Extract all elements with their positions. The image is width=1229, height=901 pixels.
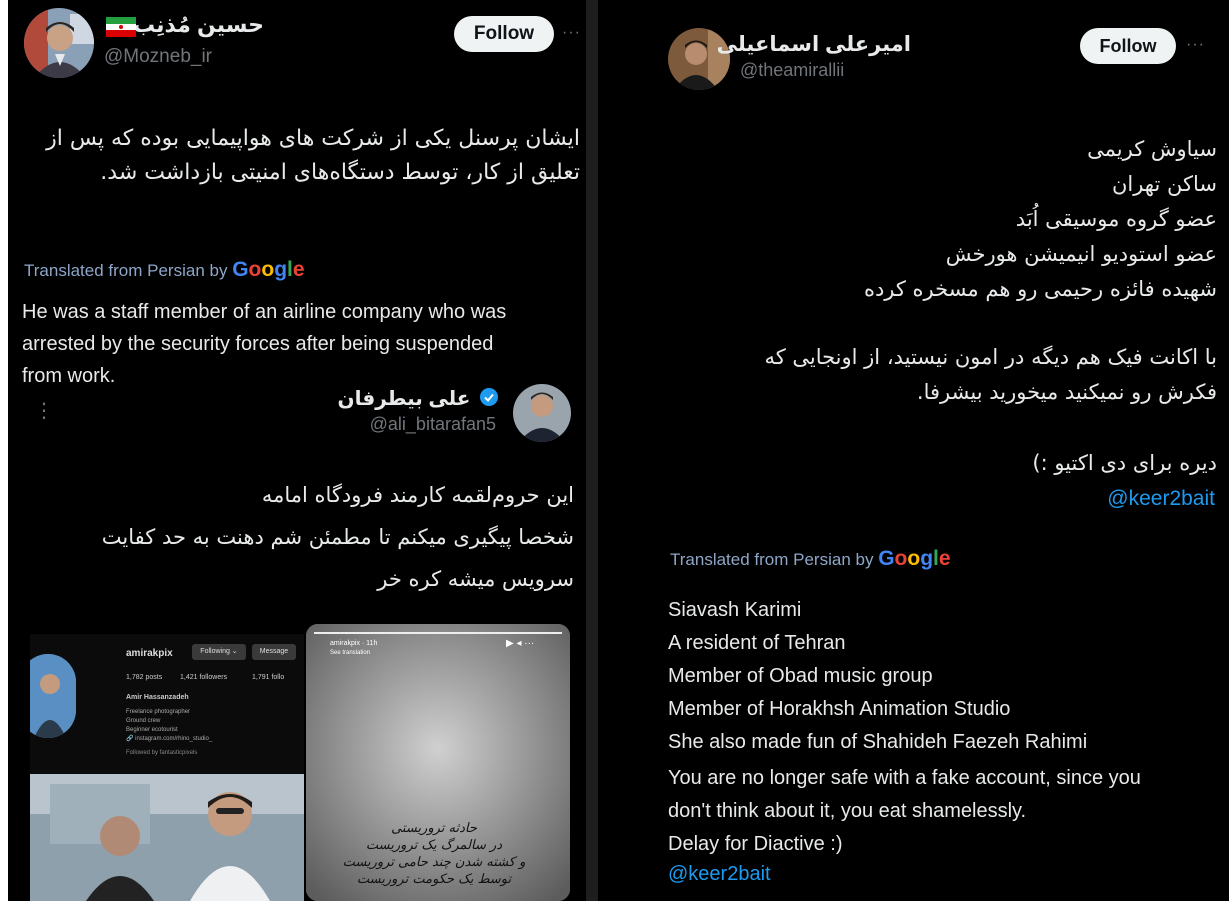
profile-followers: 1,421 followers xyxy=(180,674,228,681)
tweet-text-line: ایشان پرسنل یکی از شرکت های هواپیمایی بو… xyxy=(46,126,580,151)
translation-line: Siavash Karimi xyxy=(668,599,802,621)
selfie-photo xyxy=(30,774,304,901)
profile-following: 1,791 follo xyxy=(252,674,285,681)
tweet-text-line: دیره برای دی اکتیو :) xyxy=(1032,451,1217,475)
translated-from-persian-link[interactable]: Translated from Persian by Google xyxy=(670,547,951,571)
quoted-text-line: سرویس میشه کره خر xyxy=(377,567,574,591)
profile-posts: 1,782 posts xyxy=(126,674,163,681)
left-tweet-panel: حسین مُذنِب @Mozneb_ir Follow ··· ایشان … xyxy=(8,0,586,901)
author-avatar[interactable] xyxy=(24,8,94,78)
tweet-text-line: شهیده فائزه رحیمی رو هم مسخره کرده xyxy=(863,277,1217,301)
verified-badge-icon xyxy=(480,387,498,412)
story-caption: حادثه تروریستی در سالمرگ یک تروریست و کش… xyxy=(324,820,544,888)
more-options-icon[interactable]: ··· xyxy=(562,24,581,42)
translation-mention-link[interactable]: @keer2bait xyxy=(668,858,771,891)
mention-link[interactable]: @keer2bait xyxy=(1107,481,1215,516)
translation-text: He was a staff member of an airline comp… xyxy=(22,296,582,392)
iran-flag-icon xyxy=(106,17,136,37)
story-caption-line: حادثه تروریستی xyxy=(391,821,477,836)
follow-button[interactable]: Follow xyxy=(454,16,554,52)
tweet-text-line: سیاوش کریمی xyxy=(1087,137,1217,161)
tweet-text: ایشان پرسنل یکی از شرکت های هواپیمایی بو… xyxy=(14,122,580,190)
tweet-text-line: ساکن تهران xyxy=(1111,172,1217,196)
right-tweet-panel: امیرعلی اسماعیلی @theamirallii Follow ··… xyxy=(598,0,1229,901)
author-handle[interactable]: @Mozneb_ir xyxy=(104,46,212,68)
google-letter: G xyxy=(232,258,249,281)
google-letter: o xyxy=(248,258,262,281)
quoted-text-line: این حروم‌لقمه کارمند فرودگاه امامه xyxy=(261,483,574,507)
google-letter: g xyxy=(920,547,934,570)
translation-line: He was a staff member of an airline comp… xyxy=(22,301,507,323)
story-controls-icon: ▶ ◂ ··· xyxy=(506,638,535,649)
translation-line: Member of Horakhsh Animation Studio xyxy=(668,698,1011,720)
tweet-text-line: با اکانت فیک هم دیگه در امون نیستید، از … xyxy=(764,345,1217,369)
profile-picture xyxy=(30,654,76,738)
quoted-tweet-text: این حروم‌لقمه کارمند فرودگاه امامه شخصا … xyxy=(14,474,574,600)
translation-line: Member of Obad music group xyxy=(668,665,933,687)
quoted-author-name[interactable]: علی بیطرفان xyxy=(338,386,498,412)
story-caption-line: توسط یک حکومت تروریست xyxy=(356,872,512,887)
author-name[interactable]: حسین مُذنِب xyxy=(133,12,264,38)
quoted-tweet[interactable]: ⋮ علی بیطرفان @ali_bitarafan5 این حروم‌ل… xyxy=(8,384,586,901)
profile-following-button: Following ⌄ xyxy=(192,644,246,660)
story-user: amirakpix · 11h xyxy=(330,640,378,647)
translated-label: Translated from Persian by xyxy=(670,550,874,569)
tweet-text-line: تعلیق از کار، توسط دستگاه‌های امنیتی باز… xyxy=(100,160,580,185)
translation-line: She also made fun of Shahideh Faezeh Rah… xyxy=(668,731,1088,753)
google-letter: e xyxy=(938,547,951,570)
google-letter: o xyxy=(261,258,275,281)
author-handle[interactable]: @theamirallii xyxy=(740,60,844,81)
profile-message-button: Message xyxy=(252,644,296,660)
panel-divider xyxy=(586,0,598,901)
tweet-text: با اکانت فیک هم دیگه در امون نیستید، از … xyxy=(617,340,1217,410)
profile-bio-line: 🔗 instagram.com/rhino_studio_ xyxy=(126,736,213,742)
profile-followed-by: Followed by fantasticpixels xyxy=(126,750,198,756)
quoted-media-profile-screenshot[interactable]: amirakpix Following ⌄ Message 1,782 post… xyxy=(30,634,304,901)
quoted-author-avatar[interactable] xyxy=(513,384,571,442)
translation-line: arrested by the security forces after be… xyxy=(22,333,494,355)
google-logo: Google xyxy=(232,258,304,281)
profile-full-name: Amir Hassanzadeh xyxy=(126,694,189,701)
google-logo: Google xyxy=(878,547,950,570)
author-name[interactable]: امیرعلی اسماعیلی xyxy=(717,32,911,57)
quoted-media-story-screenshot[interactable]: amirakpix · 11h See translation ▶ ◂ ··· … xyxy=(306,624,570,901)
quoted-author-handle[interactable]: @ali_bitarafan5 xyxy=(370,414,496,435)
profile-bio-line: Beginner ecotourist xyxy=(126,727,178,733)
google-letter: e xyxy=(292,258,305,281)
author-name-text: حسین مُذنِب xyxy=(132,12,264,37)
quoted-text-line: شخصا پیگیری میکنم تا مطمئن شم دهنت به حد… xyxy=(101,525,574,549)
google-letter: G xyxy=(878,547,895,570)
profile-username: amirakpix xyxy=(126,648,173,659)
translation-line: don't think about it, you eat shamelessl… xyxy=(668,800,1027,822)
quoted-menu-icon[interactable]: ⋮ xyxy=(34,398,54,423)
translation-line: A resident of Tehran xyxy=(668,632,846,654)
tweet-text-line: عضو گروه موسیقی اُبَد xyxy=(1015,207,1217,231)
profile-bio-line: Ground crew xyxy=(126,718,161,724)
tweet-text: دیره برای دی اکتیو :) xyxy=(617,446,1217,481)
tweet-text-line: فکرش رو نمیکنید میخورید بیشرفا. xyxy=(916,380,1217,404)
translated-from-persian-link[interactable]: Translated from Persian by Google xyxy=(24,258,305,282)
tweet-text-line: عضو استودیو انیمیشن هورخش xyxy=(945,242,1217,266)
translated-label: Translated from Persian by xyxy=(24,261,228,280)
story-caption-line: در سالمرگ یک تروریست xyxy=(365,838,503,853)
google-letter: g xyxy=(274,258,288,281)
profile-bio-line: Freelance photographer xyxy=(126,709,191,715)
translation-text: You are no longer safe with a fake accou… xyxy=(668,762,1220,828)
story-caption-line: و کشته شدن چند حامی تروریست xyxy=(342,855,526,870)
google-letter: o xyxy=(907,547,921,570)
more-options-icon[interactable]: ··· xyxy=(1186,36,1205,54)
follow-button[interactable]: Follow xyxy=(1080,28,1176,64)
translation-text: Delay for Diactive :) xyxy=(668,828,1220,861)
translation-text: Siavash Karimi A resident of Tehran Memb… xyxy=(668,594,1220,759)
story-see-translation: See translation xyxy=(330,650,371,656)
quoted-author-name-text: علی بیطرفان xyxy=(337,388,471,410)
translation-line: Delay for Diactive :) xyxy=(668,833,843,855)
google-letter: o xyxy=(894,547,908,570)
profile-bio: Freelance photographer Ground crew Begin… xyxy=(126,708,212,744)
translation-line: You are no longer safe with a fake accou… xyxy=(668,767,1141,789)
tweet-text: سیاوش کریمی ساکن تهران عضو گروه موسیقی ا… xyxy=(617,132,1217,307)
